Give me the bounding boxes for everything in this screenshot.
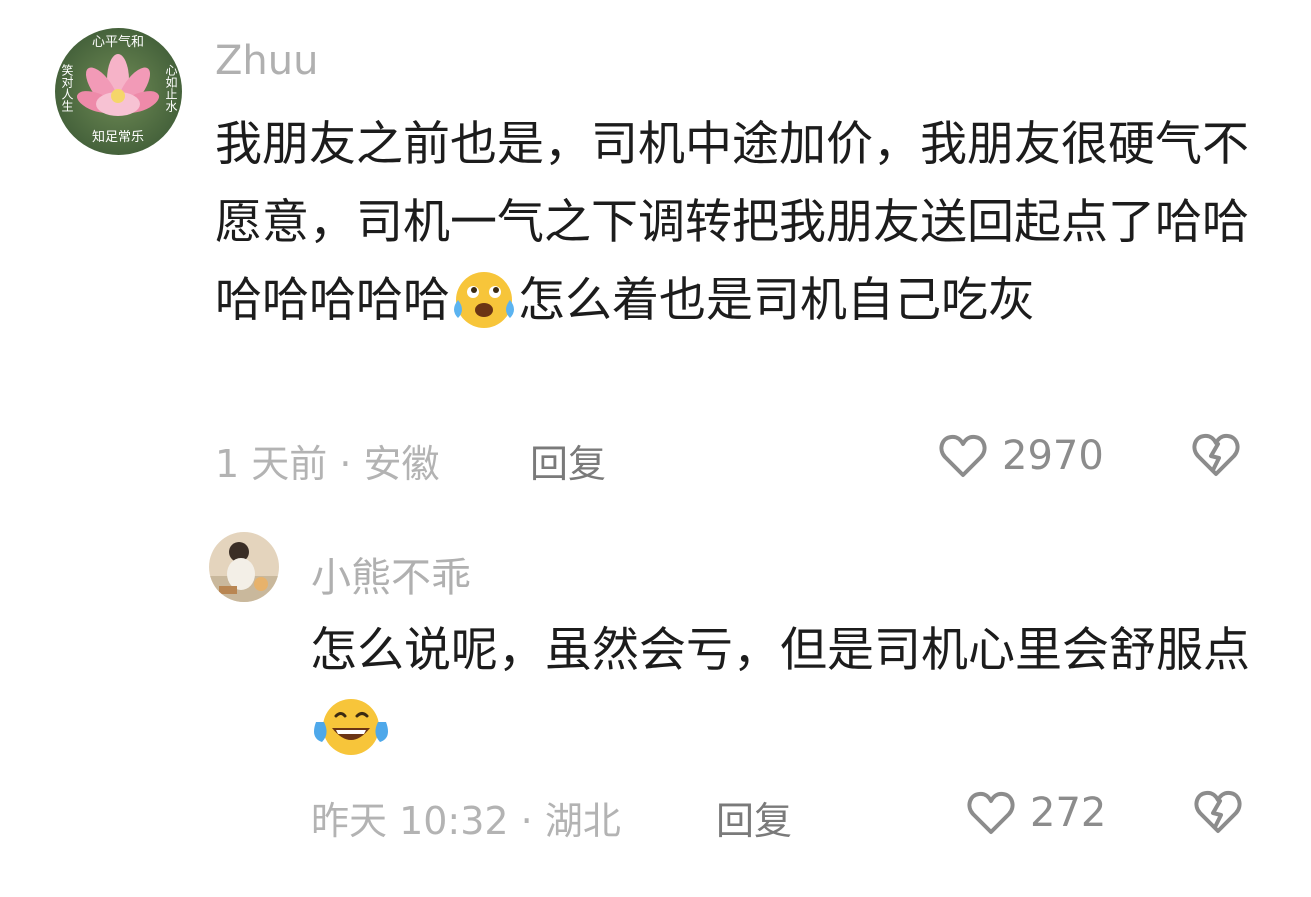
avatar-text-left: 笑对人生 <box>60 63 74 112</box>
dislike-button[interactable] <box>1191 432 1241 482</box>
heart-outline-icon <box>938 433 988 479</box>
broken-heart-icon <box>1193 790 1243 839</box>
avatar[interactable] <box>209 532 279 602</box>
crying-laughing-face-icon <box>452 270 516 354</box>
like-button[interactable]: 2970 <box>938 432 1104 480</box>
avatar[interactable]: 心平气和 知足常乐 笑对人生 心如止水 <box>55 28 182 155</box>
like-button[interactable]: 272 <box>966 789 1106 837</box>
heart-outline-icon <box>966 790 1016 836</box>
avatar-text-bottom: 知足常乐 <box>92 129 144 145</box>
comment-text: 我朋友之前也是，司机中途加价，我朋友很硬气不愿意，司机一气之下调转把我朋友送回起… <box>215 106 1275 354</box>
comment-text-part: 怎么说呢，虽然会亏，但是司机心里会舒服点 <box>310 623 1250 678</box>
like-count: 2970 <box>1002 433 1104 479</box>
time-location: 昨天 10:32 · 湖北 <box>311 799 621 843</box>
reply-button[interactable]: 回复 <box>530 433 606 488</box>
dislike-button[interactable] <box>1193 789 1243 839</box>
username[interactable]: Zhuu <box>215 38 318 84</box>
broken-heart-icon <box>1191 433 1241 482</box>
reply-button[interactable]: 回复 <box>716 790 792 845</box>
comment-text-part: 怎么着也是司机自己吃灰 <box>518 273 1035 328</box>
tears-of-joy-face-icon <box>312 696 390 782</box>
username[interactable]: 小熊不乖 <box>311 545 471 603</box>
comment-text: 怎么说呢，虽然会亏，但是司机心里会舒服点 <box>310 612 1270 782</box>
avatar-text-top: 心平气和 <box>92 34 144 50</box>
time-location: 1 天前 · 安徽 <box>215 442 440 486</box>
like-count: 272 <box>1030 790 1107 836</box>
avatar-text-right: 心如止水 <box>164 64 178 112</box>
